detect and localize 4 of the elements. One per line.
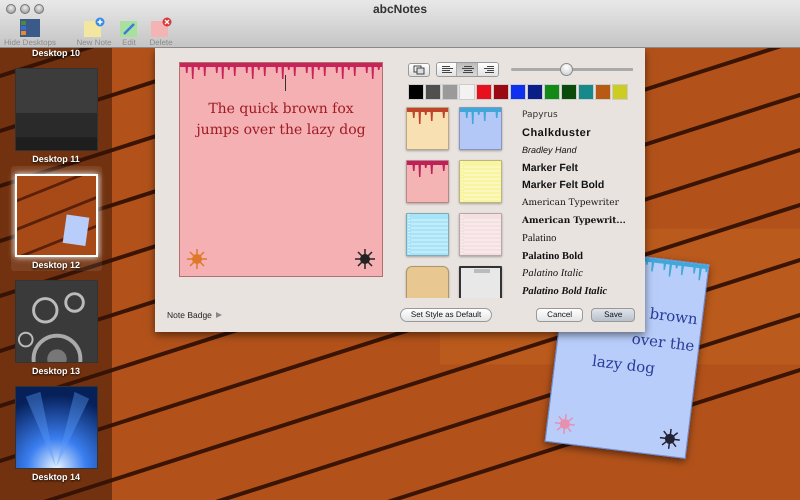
desktops-icon: [19, 17, 41, 38]
new-note-icon: [83, 17, 105, 38]
delete-note-icon: [150, 17, 172, 38]
window-title: abcNotes: [372, 2, 428, 16]
